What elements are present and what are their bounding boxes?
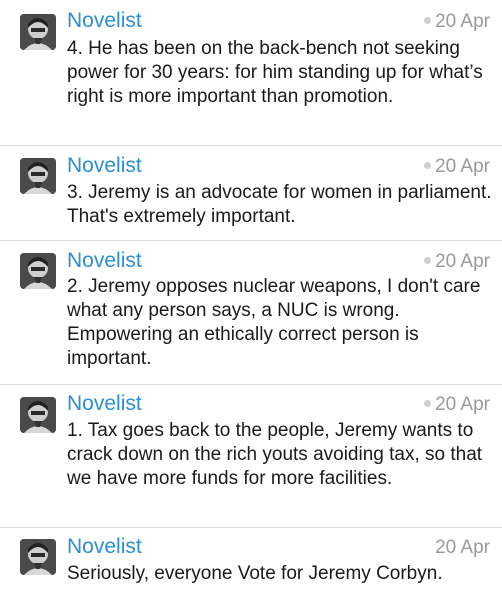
timestamp[interactable]: 20 Apr xyxy=(424,155,490,179)
dot-icon xyxy=(424,257,432,264)
tweet-item[interactable]: Novelist 20 Apr 1. Tax goes back to the … xyxy=(0,385,502,528)
dot-icon xyxy=(424,162,432,169)
tweet-text: 2. Jeremy opposes nuclear weapons, I don… xyxy=(67,276,481,369)
timestamp-text: 20 Apr xyxy=(435,156,490,177)
avatar[interactable] xyxy=(20,158,56,194)
author-name[interactable]: Novelist xyxy=(67,249,142,273)
author-name[interactable]: Novelist xyxy=(67,535,142,559)
tweet-item[interactable]: Novelist 20 Apr 3. Jeremy is an advocate… xyxy=(0,146,502,241)
author-name[interactable]: Novelist xyxy=(67,154,142,178)
tweet-text: Seriously, everyone Vote for Jeremy Corb… xyxy=(67,563,443,584)
tweet-feed: Novelist 20 Apr 4. He has been on the ba… xyxy=(0,0,502,595)
dot-icon xyxy=(424,400,432,407)
dot-icon xyxy=(424,17,432,24)
timestamp[interactable]: 20 Apr xyxy=(424,393,490,417)
tweet-text: 3. Jeremy is an advocate for women in pa… xyxy=(67,182,492,227)
avatar[interactable] xyxy=(20,397,56,433)
timestamp-text: 20 Apr xyxy=(435,537,490,558)
author-name[interactable]: Novelist xyxy=(67,392,142,416)
tweet-item[interactable]: Novelist 20 Apr 4. He has been on the ba… xyxy=(0,0,502,146)
timestamp-text: 20 Apr xyxy=(435,251,490,272)
timestamp[interactable]: 20 Apr xyxy=(435,536,490,560)
timestamp-text: 20 Apr xyxy=(435,11,490,32)
tweet-text: 1. Tax goes back to the people, Jeremy w… xyxy=(67,420,483,489)
timestamp[interactable]: 20 Apr xyxy=(424,250,490,274)
author-name[interactable]: Novelist xyxy=(67,9,142,33)
timestamp[interactable]: 20 Apr xyxy=(424,10,490,34)
tweet-item[interactable]: Novelist 20 Apr Seriously, everyone Vote… xyxy=(0,528,502,595)
tweet-item[interactable]: Novelist 20 Apr 2. Jeremy opposes nuclea… xyxy=(0,241,502,385)
avatar[interactable] xyxy=(20,253,56,289)
avatar[interactable] xyxy=(20,539,56,575)
tweet-text: 4. He has been on the back-bench not see… xyxy=(67,38,483,107)
avatar[interactable] xyxy=(20,14,56,50)
timestamp-text: 20 Apr xyxy=(435,394,490,415)
